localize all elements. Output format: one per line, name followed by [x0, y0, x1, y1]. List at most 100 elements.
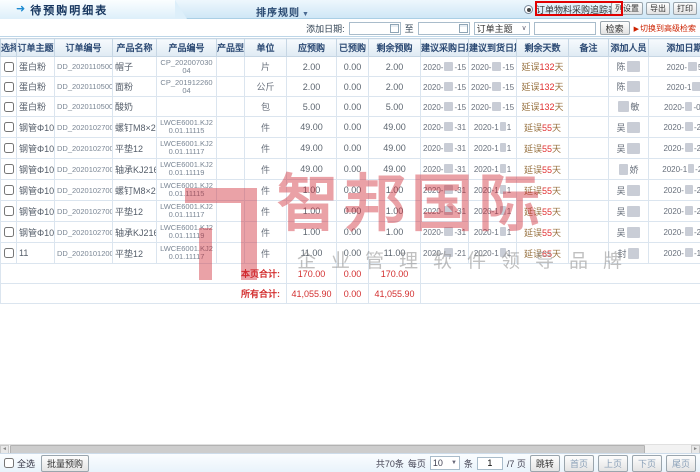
cell-note	[569, 57, 609, 77]
cell-order-no: DD_20201027002	[55, 138, 113, 159]
cell-added-by: 吴	[609, 117, 649, 138]
pre-purchase-report-page: ➜ 待预购明细表 排序规则▼ 订单物料采购追踪表 列设置 导出 打印 添加日期:…	[0, 0, 700, 472]
cell-order-no: DD_20201105001	[55, 97, 113, 117]
cell-select	[1, 97, 17, 117]
row-checkbox[interactable]	[4, 143, 14, 153]
cell-order-no: DD_20201027002	[55, 117, 113, 138]
per-page-label: 每页	[408, 457, 426, 470]
row-checkbox[interactable]	[4, 164, 14, 174]
cell-qty-left: 49.00	[369, 159, 421, 180]
row-checkbox[interactable]	[4, 102, 14, 112]
search-field-select[interactable]: 订单主题 ∨	[474, 22, 530, 35]
cell-qty-done: 0.00	[337, 57, 369, 77]
jump-button[interactable]: 跳转	[530, 455, 560, 472]
column-header: 应预购	[287, 39, 337, 57]
cell-qty-done: 0.00	[337, 222, 369, 243]
header-row: 选择订单主题订单编号产品名称产品编号产品型号单位应预购已预购剩余预购建议采购日期…	[1, 39, 700, 57]
table-row: 钢管Φ10mmDD_20201027002平垫12LWCE6001.KJ20.0…	[1, 138, 700, 159]
search-button[interactable]: 检索	[600, 21, 630, 35]
cell-product-code: CP_20200703004	[157, 57, 217, 77]
calendar-icon[interactable]	[459, 24, 468, 33]
cell-suggest-buy-date: 2020--31	[421, 180, 469, 201]
cell-subject: 钢管Φ10mm	[17, 201, 55, 222]
calendar-icon[interactable]	[390, 24, 399, 33]
cell-subject: 蛋白粉	[17, 57, 55, 77]
select-all-wrap: 全选	[4, 457, 35, 470]
column-header: 产品编号	[157, 39, 217, 57]
cell-select	[1, 77, 17, 97]
pagination: 共70条 每页 10 ▼ 条 /7 页 跳转 首页 上页 下页 尾页	[376, 455, 696, 472]
table-row: 蛋白粉DD_20201105001帽子CP_20200703004片2.000.…	[1, 57, 700, 77]
top-band: ➜ 待预购明细表 排序规则▼ 订单物料采购追踪表 列设置 导出 打印	[0, 0, 700, 19]
cell-qty-done: 0.00	[337, 180, 369, 201]
cell-added-by: 敏	[609, 97, 649, 117]
row-checkbox[interactable]	[4, 227, 14, 237]
cell-product-code: LWCE6001.KJ20.01.11119	[157, 222, 217, 243]
table-row: 蛋白粉DD_20201105001面粉CP_20191226004公斤2.000…	[1, 77, 700, 97]
per-page-select[interactable]: 10 ▼	[430, 456, 460, 470]
advanced-search-link[interactable]: ▶切换到高级检索	[634, 23, 696, 34]
batch-actions: 全选 批量预购	[4, 455, 89, 472]
cell-qty-done: 0.00	[337, 138, 369, 159]
page-number-input[interactable]	[477, 457, 503, 470]
print-button[interactable]: 打印	[673, 2, 697, 15]
date-from-wrap	[349, 22, 401, 35]
triangle-right-icon: ▶	[634, 26, 639, 33]
cell-suggest-arrive-date: 2020--15	[469, 77, 517, 97]
cell-product-code: LWCE6001.KJ20.01.11115	[157, 180, 217, 201]
export-button[interactable]: 导出	[646, 2, 670, 15]
cell-remaining-days: 延误65天	[517, 243, 569, 264]
cell-remaining-days: 延误132天	[517, 77, 569, 97]
cell-qty-due: 49.00	[287, 138, 337, 159]
cell-unit: 片	[245, 57, 287, 77]
batch-prepurchase-button[interactable]: 批量预购	[41, 455, 89, 472]
cell-add-date: 2020--27	[649, 201, 700, 222]
column-settings-button[interactable]: 列设置	[611, 2, 643, 15]
data-grid-wrap: 选择订单主题订单编号产品名称产品编号产品型号单位应预购已预购剩余预购建议采购日期…	[0, 38, 700, 304]
cell-qty-done: 0.00	[337, 117, 369, 138]
sort-rule-dropdown[interactable]: 排序规则▼	[256, 4, 310, 19]
row-checkbox[interactable]	[4, 62, 14, 72]
last-page-button[interactable]: 尾页	[666, 455, 696, 472]
row-checkbox[interactable]	[4, 82, 14, 92]
cell-qty-due: 49.00	[287, 159, 337, 180]
cell-suggest-arrive-date: 2020-11	[469, 201, 517, 222]
cell-order-no: DD_20201027002	[55, 159, 113, 180]
cell-unit: 件	[245, 201, 287, 222]
cell-note	[569, 201, 609, 222]
total-count: 共70条	[376, 457, 404, 470]
chevron-down-icon: ▼	[302, 11, 310, 18]
cell-product-name: 帽子	[113, 57, 157, 77]
radio-dot-icon	[527, 8, 531, 12]
cell-added-by: 娇	[609, 159, 649, 180]
cell-product-model	[217, 159, 245, 180]
cell-subject: 蛋白粉	[17, 77, 55, 97]
column-header: 备注	[569, 39, 609, 57]
cell-product-code: LWCE6001.KJ20.01.11119	[157, 159, 217, 180]
report-radio[interactable]	[524, 5, 533, 14]
cell-qty-left: 11.00	[369, 243, 421, 264]
prev-page-button[interactable]: 上页	[598, 455, 628, 472]
row-checkbox[interactable]	[4, 206, 14, 216]
row-checkbox[interactable]	[4, 185, 14, 195]
cell-order-no: DD_20201027001	[55, 222, 113, 243]
cell-remaining-days: 延误55天	[517, 180, 569, 201]
first-page-button[interactable]: 首页	[564, 455, 594, 472]
summary-qty-left: 41,055.90	[369, 284, 421, 304]
cell-product-code: CP_20191226004	[157, 77, 217, 97]
row-checkbox[interactable]	[4, 122, 14, 132]
next-page-button[interactable]: 下页	[632, 455, 662, 472]
cell-suggest-arrive-date: 2020-11	[469, 222, 517, 243]
search-input[interactable]	[534, 22, 596, 35]
cell-qty-left: 49.00	[369, 138, 421, 159]
horizontal-scrollbar[interactable]: ◄ ►	[0, 444, 700, 453]
column-header: 订单主题	[17, 39, 55, 57]
cell-select	[1, 159, 17, 180]
cell-product-name: 面粉	[113, 77, 157, 97]
select-all-checkbox[interactable]	[4, 458, 14, 468]
cell-product-model	[217, 222, 245, 243]
table-row: 蛋白粉DD_20201105001酸奶包5.000.005.002020--15…	[1, 97, 700, 117]
cell-add-date: 2020-1-27	[649, 159, 700, 180]
row-checkbox[interactable]	[4, 248, 14, 258]
cell-product-model	[217, 138, 245, 159]
